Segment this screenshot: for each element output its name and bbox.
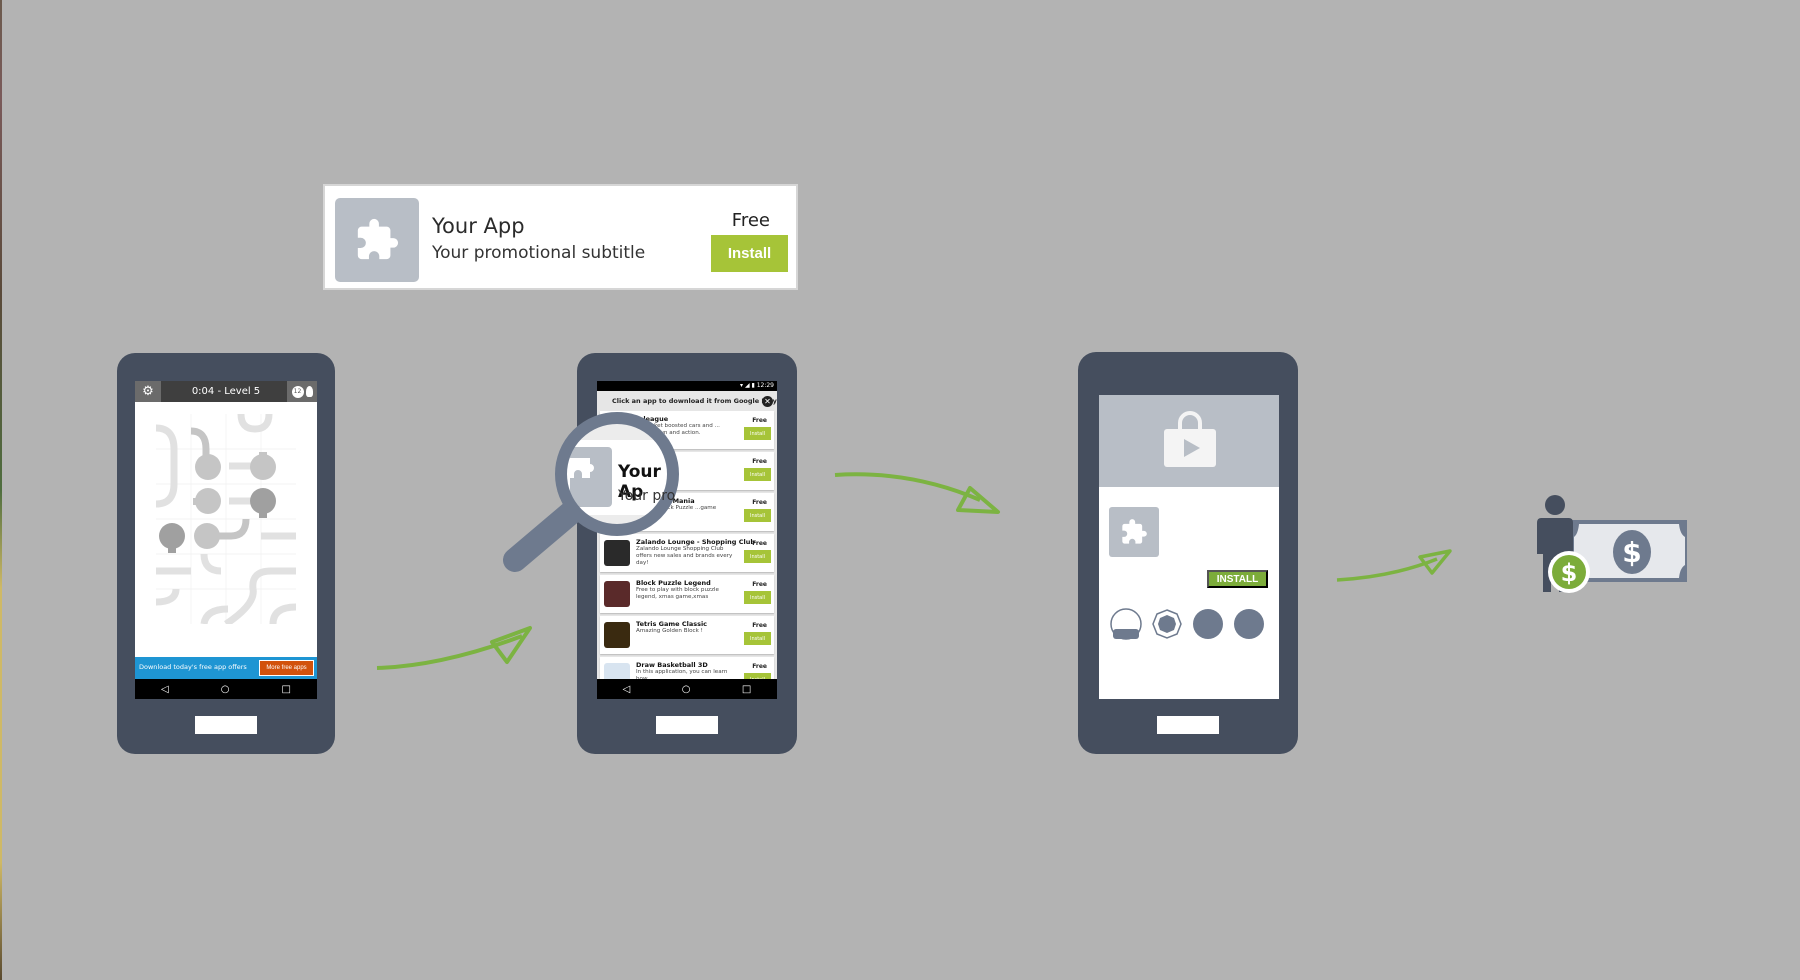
thumbnail-base [1113,629,1139,639]
more-free-apps-button[interactable]: More free apps [259,660,314,676]
store-screen: INSTALL [1099,395,1279,699]
install-button[interactable]: Install [711,235,788,272]
offer-install-button[interactable]: Install [744,632,771,645]
offer-price: Free [752,540,767,547]
puzzle-piece-icon [1109,507,1159,557]
offer-name: Draw Basketball 3D [636,661,708,669]
magnifier-icon: Your Ap Your pro [485,410,685,590]
recents-icon[interactable]: □ [742,684,751,695]
play-store-bag-icon [1164,411,1216,467]
hardware-home-button[interactable] [1157,716,1219,734]
hardware-home-button[interactable] [195,716,257,734]
offer-price: Free [752,622,767,629]
left-edge-strip [0,0,2,980]
thumbnail-circle [1193,609,1223,639]
lightbulb-icon [305,386,313,397]
status-bar: ▾ ◢ ▮ 12:29 [597,381,777,391]
green-arrow-icon [1336,549,1452,582]
phone-store: INSTALL [1078,352,1298,754]
offer-price: Free [752,499,767,506]
green-arrow-icon [376,626,532,670]
gear-icon[interactable]: ⚙ [135,381,161,402]
android-navbar: ◁ ○ □ [597,679,777,699]
thumbnail-circle [1234,609,1264,639]
offer-install-button[interactable]: Install [744,468,771,481]
pipe-puzzle-board[interactable] [156,414,296,624]
ad-text: Download today's free app offers [139,663,247,671]
recents-icon[interactable]: □ [282,684,291,695]
screenshot-thumbnails [1110,608,1264,640]
offer-price: Free [752,663,767,670]
magnifier-subtitle: Your pro [618,488,676,504]
store-header [1099,395,1279,487]
ad-bar: Download today's free app offers More fr… [135,657,317,679]
offer-price: Free [752,581,767,588]
app-subtitle: Your promotional subtitle [432,243,646,263]
close-icon[interactable]: ✕ [762,396,773,407]
store-install-button[interactable]: INSTALL [1207,570,1268,588]
hardware-home-button[interactable] [656,716,718,734]
timer-level-label: 0:04 - Level 5 [191,386,261,397]
android-navbar: ◁ ○ □ [135,679,317,699]
hint-area[interactable]: 12 [287,381,317,402]
offer-price: Free [752,458,767,465]
thumbnail-octagon [1158,615,1176,633]
status-time: 12:29 [756,382,774,389]
offer-app-icon [604,622,630,648]
phone-game: ⚙ 0:04 - Level 5 12 Download today's fre… [117,353,335,754]
offer-row[interactable]: Tetris Game Classic Amazing Golden Block… [600,616,774,654]
back-icon[interactable]: ◁ [623,684,631,695]
app-price: Free [731,210,770,231]
offer-install-button[interactable]: Install [744,509,771,522]
offer-description: Amazing Golden Block ! [636,628,703,634]
offerwall-header-text: Click an app to download it from Google … [612,397,777,405]
hint-count-badge: 12 [291,385,304,398]
dollar-coin-icon: $ [1548,551,1590,593]
reward-illustration: $ $ [1527,482,1692,594]
coin-dollar-sign: $ [1561,559,1578,587]
back-icon[interactable]: ◁ [161,684,169,695]
offer-install-button[interactable]: Install [744,591,771,604]
game-screen: ⚙ 0:04 - Level 5 12 Download today's fre… [135,381,317,699]
offerwall-header: Click an app to download it from Google … [597,391,777,411]
home-icon[interactable]: ○ [221,684,230,695]
green-arrow-icon [834,472,1000,514]
offer-install-button[interactable]: Install [744,550,771,563]
puzzle-piece-icon [335,198,419,282]
game-top-bar: ⚙ 0:04 - Level 5 12 [135,381,317,402]
app-promo-banner[interactable]: Your App Your promotional subtitle Free … [323,184,798,290]
home-icon[interactable]: ○ [682,684,691,695]
offer-price: Free [752,417,767,424]
offer-install-button[interactable]: Install [744,427,771,440]
offer-name: Tetris Game Classic [636,620,708,628]
app-title: Your App [432,214,525,238]
banknote-dollar-sign: $ [1622,536,1641,569]
